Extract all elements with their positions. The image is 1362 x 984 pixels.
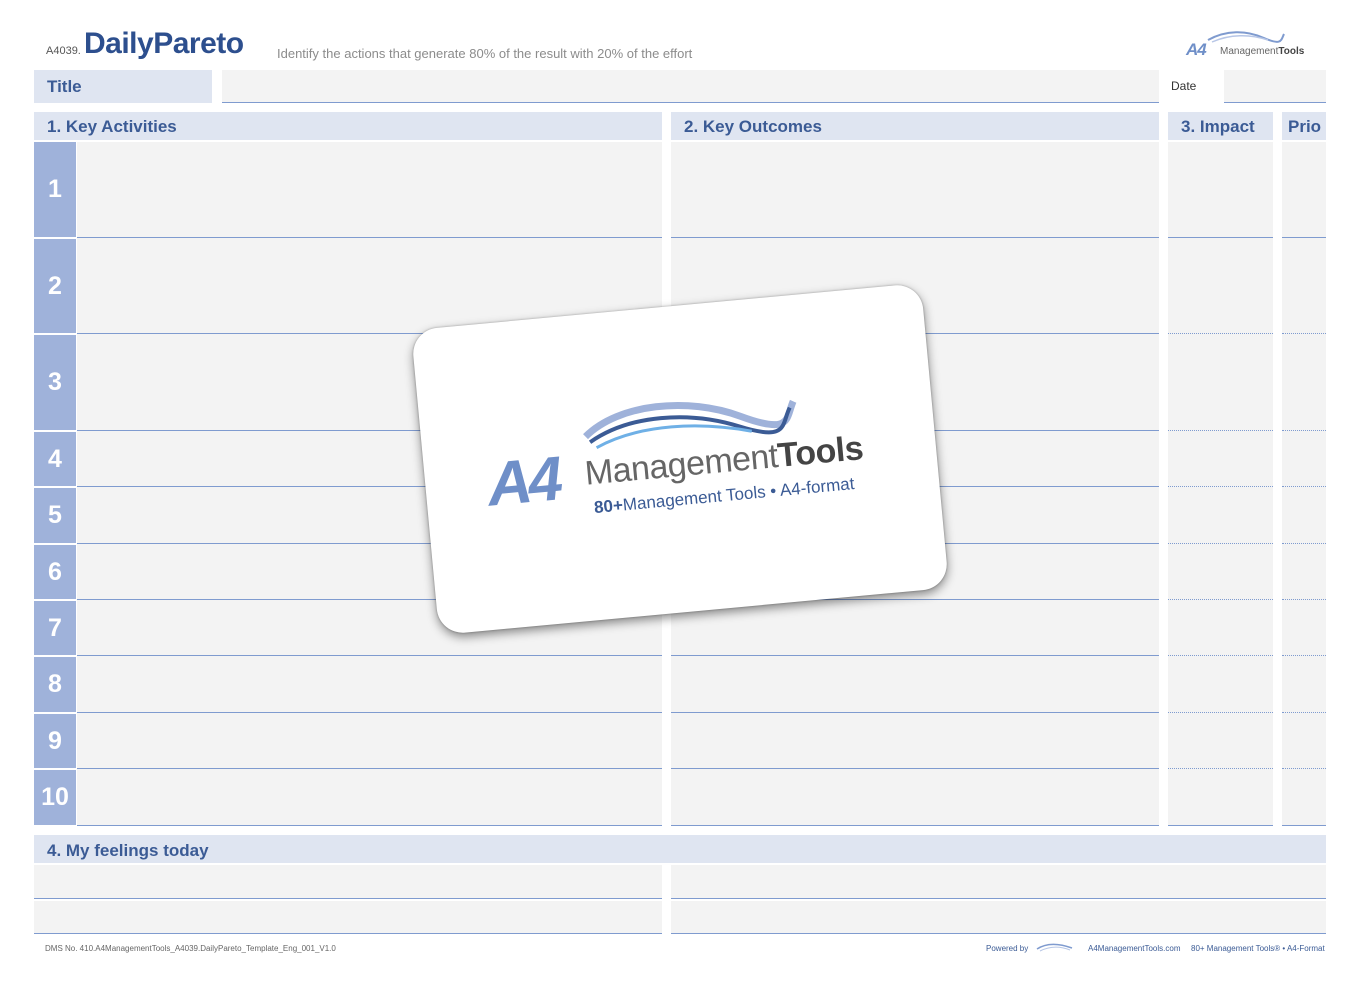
row-number: 4 bbox=[34, 432, 76, 486]
feelings-field[interactable] bbox=[671, 901, 1326, 934]
row-divider bbox=[671, 712, 1159, 713]
footer-tagline: 80+ Management Tools® • A4-Format bbox=[1191, 944, 1325, 953]
row-divider bbox=[1168, 655, 1273, 656]
row-divider bbox=[1168, 599, 1273, 600]
logo-card: A4 ManagementTools 80+Management Tools •… bbox=[410, 283, 950, 635]
row-divider bbox=[1282, 333, 1326, 334]
wave-icon bbox=[1036, 943, 1073, 952]
brand-logo: A4 ManagementTools bbox=[1186, 30, 1316, 60]
section-prio: Prio bbox=[1282, 112, 1326, 140]
wave-icon bbox=[1207, 31, 1285, 43]
row-number: 3 bbox=[34, 335, 76, 430]
row-divider bbox=[77, 768, 662, 769]
footer-powered-by: Powered by bbox=[986, 944, 1029, 953]
document-title: DailyPareto bbox=[84, 27, 244, 60]
prio-column[interactable] bbox=[1282, 142, 1326, 826]
row-divider bbox=[1168, 486, 1273, 487]
row-divider bbox=[671, 237, 1159, 238]
logo-a4: A4 bbox=[484, 444, 562, 520]
row-divider bbox=[1282, 825, 1326, 826]
row-divider bbox=[1168, 430, 1273, 431]
title-field[interactable] bbox=[222, 70, 1159, 103]
row-divider bbox=[1168, 237, 1273, 238]
row-divider bbox=[1282, 712, 1326, 713]
footer-dms: DMS No. 410.A4ManagementTools_A4039.Dail… bbox=[45, 944, 336, 953]
row-divider bbox=[671, 768, 1159, 769]
date-label: Date bbox=[1171, 79, 1197, 93]
row-number: 1 bbox=[34, 142, 76, 237]
row-divider bbox=[77, 712, 662, 713]
brand-a4: A4 bbox=[1186, 40, 1207, 59]
title-label: Title bbox=[34, 70, 212, 103]
row-number: 5 bbox=[34, 488, 76, 543]
document-subtitle: Identify the actions that generate 80% o… bbox=[277, 46, 693, 61]
document-code: A4039. bbox=[46, 45, 81, 57]
row-divider bbox=[1282, 430, 1326, 431]
row-divider bbox=[1168, 768, 1273, 769]
row-divider bbox=[1282, 599, 1326, 600]
footer-website[interactable]: A4ManagementTools.com bbox=[1088, 944, 1181, 953]
row-number: 2 bbox=[34, 239, 76, 333]
row-divider bbox=[1168, 333, 1273, 334]
row-divider bbox=[1282, 655, 1326, 656]
row-divider bbox=[1282, 768, 1326, 769]
row-divider bbox=[1168, 712, 1273, 713]
row-divider bbox=[77, 825, 662, 826]
feelings-field[interactable] bbox=[671, 865, 1326, 899]
row-number: 7 bbox=[34, 601, 76, 655]
date-field[interactable] bbox=[1224, 70, 1326, 103]
row-divider bbox=[77, 655, 662, 656]
feelings-field[interactable] bbox=[34, 901, 662, 934]
brand-name: ManagementTools bbox=[1220, 46, 1305, 57]
row-divider bbox=[1168, 543, 1273, 544]
row-divider bbox=[1282, 237, 1326, 238]
section-feelings: 4. My feelings today bbox=[34, 835, 1326, 863]
row-number: 8 bbox=[34, 657, 76, 712]
row-divider bbox=[77, 237, 662, 238]
row-divider bbox=[671, 825, 1159, 826]
section-key-outcomes: 2. Key Outcomes bbox=[671, 112, 1159, 140]
row-divider bbox=[1282, 543, 1326, 544]
row-number: 9 bbox=[34, 714, 76, 768]
feelings-field[interactable] bbox=[34, 865, 662, 899]
row-divider bbox=[1168, 825, 1273, 826]
row-number: 6 bbox=[34, 545, 76, 599]
row-divider bbox=[671, 655, 1159, 656]
section-impact: 3. Impact bbox=[1168, 112, 1273, 140]
row-number: 10 bbox=[34, 770, 76, 825]
row-divider bbox=[1282, 486, 1326, 487]
section-key-activities: 1. Key Activities bbox=[34, 112, 662, 140]
impact-column[interactable] bbox=[1168, 142, 1273, 826]
